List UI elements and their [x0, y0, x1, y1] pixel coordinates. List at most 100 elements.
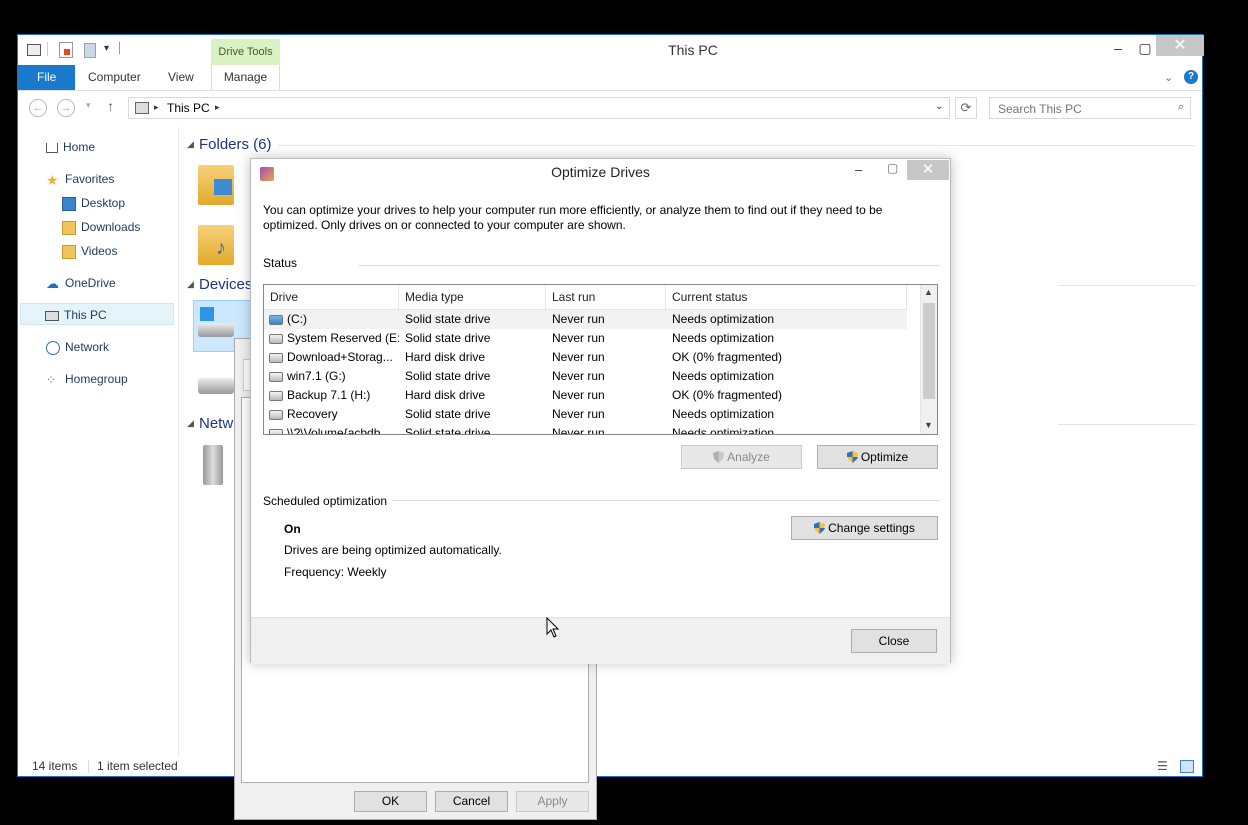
drive-row[interactable]: Recovery Solid state drive Never run Nee… — [264, 405, 907, 424]
tab-computer[interactable]: Computer — [74, 65, 155, 90]
network-device-icon[interactable] — [203, 445, 223, 485]
large-icons-view-icon[interactable] — [1180, 760, 1194, 773]
expand-ribbon-icon[interactable]: ⌄ — [1164, 71, 1173, 84]
uac-shield-icon — [814, 522, 826, 534]
close-button[interactable]: ✕ — [907, 160, 949, 180]
drive-row[interactable]: \\?\Volume{acbdb... Solid state drive Ne… — [264, 424, 907, 435]
desktop-folder-icon[interactable] — [198, 165, 234, 205]
drive-icon — [269, 371, 283, 382]
column-header-last-run[interactable]: Last run — [546, 285, 666, 309]
nav-desktop[interactable]: Desktop — [62, 192, 125, 214]
drive-row[interactable]: (C:) Solid state drive Never run Needs o… — [264, 310, 907, 329]
breadcrumb-this-pc[interactable]: This PC — [167, 101, 210, 115]
videos-folder-icon — [62, 244, 76, 259]
media-type: Solid state drive — [405, 331, 491, 345]
nav-favorites[interactable]: ★ Favorites — [46, 168, 114, 190]
last-run: Never run — [552, 369, 605, 383]
tab-manage[interactable]: Manage — [211, 65, 280, 90]
address-bar[interactable]: ▸ This PC ▸ ⌄ — [128, 97, 950, 119]
collapse-folders-icon[interactable]: ◢ — [187, 139, 194, 150]
breadcrumb-chevron-icon[interactable]: ▸ — [154, 102, 159, 113]
breadcrumb-chevron-icon[interactable]: ▸ — [215, 102, 220, 113]
nav-videos[interactable]: Videos — [62, 240, 117, 262]
hard-drive-icon — [198, 323, 234, 337]
drive-row[interactable]: Download+Storag... Hard disk drive Never… — [264, 348, 907, 367]
maximize-button[interactable]: ▢ — [887, 161, 898, 175]
devices-section-header[interactable]: Devices — [199, 276, 252, 293]
forward-button[interactable]: → — [57, 99, 75, 117]
collapse-devices-icon[interactable]: ◢ — [187, 279, 194, 290]
drive-icon — [269, 390, 283, 401]
tab-file[interactable]: File — [18, 65, 76, 90]
column-header-drive[interactable]: Drive — [264, 285, 399, 309]
current-status: Needs optimization — [672, 331, 775, 345]
optimize-button[interactable]: Optimize — [817, 445, 938, 469]
minimize-button[interactable]: – — [855, 162, 862, 177]
nav-network[interactable]: Network — [46, 336, 109, 358]
drive-name: Backup 7.1 (H:) — [287, 388, 371, 402]
up-button[interactable]: ↑ — [107, 98, 114, 114]
drive-icon — [269, 409, 283, 420]
nav-network-label: Network — [65, 340, 110, 354]
refresh-button[interactable]: ⟳ — [955, 97, 977, 119]
tab-view[interactable]: View — [154, 65, 208, 90]
drive-name: Download+Storag... — [287, 350, 393, 364]
close-button[interactable]: ✕ — [1156, 35, 1204, 56]
current-status: OK (0% fragmented) — [672, 350, 783, 364]
scheduled-optimization-label: Scheduled optimization — [263, 494, 388, 508]
status-label: Status — [263, 256, 298, 270]
media-type: Solid state drive — [405, 426, 491, 435]
media-type: Solid state drive — [405, 407, 491, 421]
collapse-network-icon[interactable]: ◢ — [187, 418, 194, 429]
minimize-button[interactable]: – — [1104, 37, 1132, 59]
drive-icon — [269, 333, 283, 344]
folders-section-header[interactable]: Folders (6) — [199, 136, 272, 153]
dialog-footer: Close — [251, 617, 950, 664]
network-section-header[interactable]: Netw — [199, 415, 233, 432]
dialog-description: You can optimize your drives to help you… — [263, 203, 883, 232]
nav-this-pc[interactable]: This PC — [20, 303, 174, 325]
drive-icon — [269, 352, 283, 363]
maximize-button[interactable]: ▢ — [1131, 37, 1159, 59]
nav-homegroup[interactable]: ⁘ Homegroup — [46, 368, 128, 390]
ok-button[interactable]: OK — [354, 791, 427, 812]
this-pc-icon — [135, 102, 149, 114]
uac-shield-icon — [846, 451, 858, 463]
analyze-button[interactable]: Analyze — [681, 445, 802, 469]
drive-list[interactable]: Drive Media type Last run Current status… — [263, 284, 938, 435]
nav-onedrive[interactable]: ☁ OneDrive — [46, 272, 116, 294]
search-icon[interactable]: ⌕ — [1178, 101, 1184, 114]
scroll-down-icon[interactable]: ▼ — [924, 420, 933, 430]
change-settings-button[interactable]: Change settings — [791, 516, 938, 540]
drive-name: \\?\Volume{acbdb... — [287, 426, 391, 435]
current-status: Needs optimization — [672, 369, 775, 383]
music-folder-icon[interactable]: ♪ — [198, 225, 234, 265]
search-box[interactable]: ⌕ — [989, 97, 1191, 119]
scroll-up-icon[interactable]: ▲ — [924, 287, 933, 297]
drive-row[interactable]: Backup 7.1 (H:) Hard disk drive Never ru… — [264, 386, 907, 405]
column-header-current-status[interactable]: Current status — [666, 285, 907, 309]
recent-locations-icon[interactable]: ▾ — [86, 100, 91, 111]
apply-button[interactable]: Apply — [516, 791, 589, 812]
scroll-thumb[interactable] — [923, 303, 935, 399]
last-run: Never run — [552, 350, 605, 364]
column-header-media-type[interactable]: Media type — [399, 285, 546, 309]
nav-downloads-label: Downloads — [81, 220, 141, 234]
nav-downloads[interactable]: Downloads — [62, 216, 140, 238]
close-dialog-button[interactable]: Close — [851, 629, 937, 653]
hard-drive-icon[interactable] — [198, 378, 234, 394]
details-view-icon[interactable]: ☰ — [1157, 759, 1168, 773]
window-title: This PC — [668, 42, 718, 58]
cancel-button[interactable]: Cancel — [435, 791, 508, 812]
help-icon[interactable]: ? — [1184, 70, 1198, 84]
search-input[interactable] — [996, 101, 1170, 117]
drive-row[interactable]: win7.1 (G:) Solid state drive Never run … — [264, 367, 907, 386]
back-button[interactable]: ← — [29, 99, 47, 117]
last-run: Never run — [552, 388, 605, 402]
drive-list-header: Drive Media type Last run Current status — [264, 285, 907, 310]
last-run: Never run — [552, 331, 605, 345]
address-dropdown-icon[interactable]: ⌄ — [935, 101, 943, 112]
nav-home[interactable]: Home — [46, 136, 95, 158]
drive-row[interactable]: System Reserved (E:) Solid state drive N… — [264, 329, 907, 348]
drive-list-scrollbar[interactable]: ▲ ▼ — [920, 285, 937, 434]
